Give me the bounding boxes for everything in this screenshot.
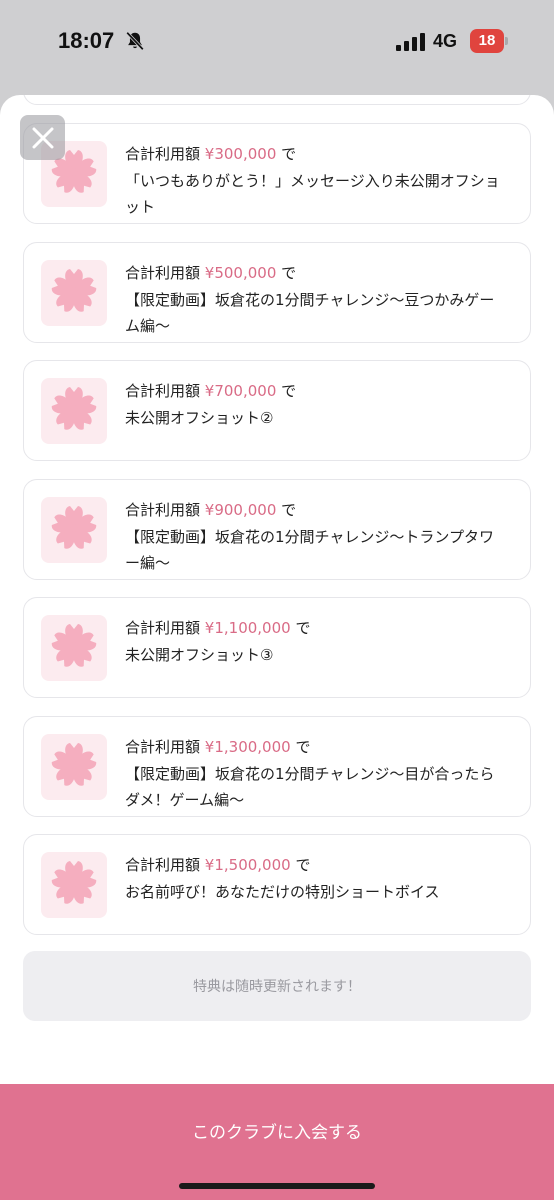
reward-card: 合計利用額 ¥700,000 で未公開オフショット② (23, 360, 531, 461)
reward-description: 未公開オフショット③ (125, 646, 274, 664)
reward-prefix: 合計利用額 (125, 382, 201, 400)
reward-text: 合計利用額 ¥700,000 で未公開オフショット② (125, 380, 500, 431)
reward-suffix: で (281, 382, 297, 400)
reward-threshold: 合計利用額 ¥300,000 で (125, 143, 500, 165)
close-icon (32, 127, 53, 148)
close-button[interactable] (20, 115, 65, 160)
reward-list: 合計利用額 ¥300,000 で「いつもありがとう！」メッセージ入り未公開オフシ… (23, 123, 531, 953)
reward-suffix: で (281, 145, 297, 163)
reward-description: 【限定動画】坂倉花の1分間チャレンジ〜豆つかみゲーム編〜 (125, 290, 495, 335)
reward-card-partial (23, 95, 531, 105)
sakura-icon (49, 266, 99, 320)
reward-text: 合計利用額 ¥1,100,000 で未公開オフショット③ (125, 617, 500, 668)
reward-description: 未公開オフショット② (125, 409, 274, 427)
sakura-icon (49, 503, 99, 557)
reward-text: 合計利用額 ¥1,300,000 で【限定動画】坂倉花の1分間チャレンジ〜目が合… (125, 736, 500, 813)
sakura-icon (49, 384, 99, 438)
reward-prefix: 合計利用額 (125, 263, 201, 282)
reward-amount: ¥1,500,000 (204, 856, 291, 874)
battery-tip (505, 37, 508, 45)
reward-card: 合計利用額 ¥1,300,000 で【限定動画】坂倉花の1分間チャレンジ〜目が合… (23, 715, 531, 817)
reward-description: お名前呼び！あなただけの特別ショートボイス (125, 883, 440, 901)
reward-thumbnail (41, 615, 107, 681)
reward-card: 合計利用額 ¥900,000 で【限定動画】坂倉花の1分間チャレンジ〜トランプタ… (23, 478, 531, 580)
reward-suffix: で (295, 856, 311, 874)
reward-card: 合計利用額 ¥300,000 で「いつもありがとう！」メッセージ入り未公開オフシ… (23, 123, 531, 224)
status-time: 18:07 (58, 28, 115, 53)
reward-text: 合計利用額 ¥300,000 で「いつもありがとう！」メッセージ入り未公開オフシ… (125, 143, 500, 220)
reward-suffix: で (295, 619, 311, 637)
battery-icon: 18 (470, 29, 508, 53)
reward-threshold: 合計利用額 ¥900,000 で (125, 499, 500, 521)
benefits-sheet: 合計利用額 ¥300,000 で「いつもありがとう！」メッセージ入り未公開オフシ… (0, 95, 554, 1200)
reward-suffix: で (281, 500, 297, 519)
reward-amount: ¥1,100,000 (204, 619, 291, 637)
reward-amount: ¥700,000 (204, 382, 277, 400)
reward-threshold: 合計利用額 ¥1,300,000 で (125, 736, 500, 758)
reward-description: 「いつもありがとう！」メッセージ入り未公開オフショット (125, 172, 500, 216)
reward-description: 【限定動画】坂倉花の1分間チャレンジ〜目が合ったらダメ！ゲーム編〜 (125, 764, 495, 809)
home-indicator[interactable] (179, 1183, 375, 1189)
reward-threshold: 合計利用額 ¥500,000 で (125, 262, 500, 284)
reward-thumbnail (41, 259, 107, 326)
reward-text: 合計利用額 ¥900,000 で【限定動画】坂倉花の1分間チャレンジ〜トランプタ… (125, 499, 500, 576)
join-club-button[interactable]: このクラブに入会する (0, 1084, 554, 1200)
reward-amount: ¥500,000 (204, 263, 277, 282)
battery-level: 18 (470, 29, 504, 53)
reward-prefix: 合計利用額 (125, 619, 201, 637)
reward-thumbnail (41, 378, 107, 444)
reward-suffix: で (295, 737, 311, 756)
reward-text: 合計利用額 ¥1,500,000 でお名前呼び！あなただけの特別ショートボイス (125, 854, 500, 905)
sakura-icon (49, 621, 99, 675)
status-bar: 18:07 4G 18 (0, 0, 554, 86)
reward-amount: ¥900,000 (204, 500, 277, 519)
reward-description: 【限定動画】坂倉花の1分間チャレンジ〜トランプタワー編〜 (125, 527, 494, 572)
reward-amount: ¥1,300,000 (204, 737, 291, 756)
reward-prefix: 合計利用額 (125, 737, 201, 756)
reward-threshold: 合計利用額 ¥1,500,000 で (125, 854, 500, 876)
reward-prefix: 合計利用額 (125, 856, 201, 874)
bell-slash-icon (126, 31, 144, 51)
reward-amount: ¥300,000 (204, 145, 277, 163)
reward-prefix: 合計利用額 (125, 500, 201, 519)
reward-text: 合計利用額 ¥500,000 で【限定動画】坂倉花の1分間チャレンジ〜豆つかみゲ… (125, 262, 500, 339)
reward-threshold: 合計利用額 ¥700,000 で (125, 380, 500, 402)
reward-card: 合計利用額 ¥1,100,000 で未公開オフショット③ (23, 597, 531, 698)
reward-thumbnail (41, 496, 107, 563)
signal-icon (396, 33, 425, 51)
reward-prefix: 合計利用額 (125, 145, 201, 163)
sakura-icon (49, 858, 99, 912)
reward-card: 合計利用額 ¥500,000 で【限定動画】坂倉花の1分間チャレンジ〜豆つかみゲ… (23, 241, 531, 343)
reward-threshold: 合計利用額 ¥1,100,000 で (125, 617, 500, 639)
update-notice: 特典は随時更新されます！ (23, 951, 531, 1021)
join-club-label: このクラブに入会する (192, 1123, 362, 1143)
sakura-icon (49, 740, 99, 794)
reward-thumbnail (41, 733, 107, 800)
reward-suffix: で (281, 263, 297, 282)
reward-thumbnail (41, 852, 107, 918)
network-label: 4G (433, 31, 458, 51)
reward-card: 合計利用額 ¥1,500,000 でお名前呼び！あなただけの特別ショートボイス (23, 834, 531, 935)
